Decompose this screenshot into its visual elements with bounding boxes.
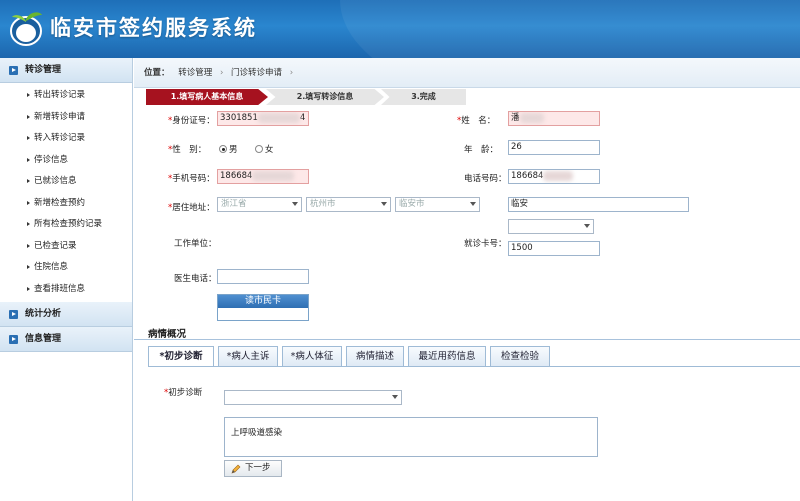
sidebar-item-outgoing-referrals[interactable]: 转出转诊记录 bbox=[0, 85, 132, 107]
card-number-label: 就诊卡号： bbox=[464, 239, 507, 249]
app-logo-icon bbox=[10, 12, 42, 46]
expand-arrow-icon bbox=[9, 66, 18, 75]
breadcrumb-separator: › bbox=[289, 68, 294, 78]
sidebar-item-new-exam-booking[interactable]: 新增检查预约 bbox=[0, 193, 132, 215]
read-card-label: 读市民卡 bbox=[218, 295, 308, 308]
city-select[interactable]: 杭州市 bbox=[306, 197, 391, 212]
chevron-down-icon bbox=[292, 202, 298, 206]
sidebar-item-hospitalization[interactable]: 住院信息 bbox=[0, 257, 132, 279]
gender-female-label: 女 bbox=[264, 145, 274, 155]
breadcrumb-separator: › bbox=[219, 68, 224, 78]
sidebar-item-list: 转出转诊记录 新增转诊申请 转入转诊记录 停诊信息 已就诊信息 新增检查预约 所… bbox=[0, 83, 132, 302]
next-step-button[interactable]: 下一步 bbox=[224, 460, 282, 477]
chevron-down-icon bbox=[470, 202, 476, 206]
app-title: 临安市签约服务系统 bbox=[50, 16, 257, 40]
next-step-label: 下一步 bbox=[245, 463, 271, 473]
gender-radio-group: 男 女 bbox=[219, 143, 273, 155]
extra-select[interactable] bbox=[508, 219, 594, 234]
tabs-divider bbox=[148, 366, 800, 367]
phone-input[interactable]: 186684 bbox=[217, 169, 309, 184]
sidebar-group-label: 转诊管理 bbox=[25, 65, 62, 75]
gender-label: *性 别： bbox=[168, 145, 207, 155]
id-number-input[interactable]: 3301851 4 bbox=[217, 111, 309, 126]
age-label: 年 龄： bbox=[464, 145, 499, 155]
address-detail-input[interactable]: 临安 bbox=[508, 197, 689, 212]
diagnosis-select[interactable] bbox=[224, 390, 402, 405]
gender-female-radio[interactable] bbox=[254, 145, 263, 153]
step-basic-info: 1.填写病人基本信息 bbox=[146, 89, 268, 105]
tel-label: 电话号码： bbox=[464, 174, 507, 184]
breadcrumb-item[interactable]: 门诊转诊申请 bbox=[231, 68, 282, 78]
sidebar-group-statistics[interactable]: 统计分析 bbox=[0, 302, 132, 327]
card-number-input[interactable]: 1500 bbox=[508, 241, 600, 256]
address-label: *居住地址： bbox=[168, 203, 215, 213]
doctor-phone-label: 医生电话： bbox=[174, 274, 217, 284]
section-divider bbox=[134, 339, 800, 340]
doctor-phone-input[interactable] bbox=[217, 269, 309, 284]
sidebar-group-label: 统计分析 bbox=[25, 309, 62, 319]
expand-arrow-icon bbox=[9, 310, 18, 319]
read-card-button[interactable]: 读市民卡 bbox=[217, 294, 309, 321]
id-number-label: *身份证号： bbox=[168, 116, 215, 126]
diagnosis-label: *初步诊断 bbox=[164, 388, 203, 398]
chevron-down-icon bbox=[392, 395, 398, 399]
tab-lab-tests[interactable]: 检查检验 bbox=[490, 346, 550, 366]
condition-section-title: 病情概况 bbox=[148, 329, 187, 340]
tab-initial-diagnosis[interactable]: *初步诊断 bbox=[148, 346, 214, 367]
tab-condition-description[interactable]: 病情描述 bbox=[346, 346, 404, 366]
tab-recent-medication[interactable]: 最近用药信息 bbox=[408, 346, 486, 366]
sidebar-item-incoming-referrals[interactable]: 转入转诊记录 bbox=[0, 128, 132, 150]
diagnosis-textarea[interactable]: 上呼吸道感染 bbox=[224, 417, 598, 457]
chevron-down-icon bbox=[584, 224, 590, 228]
name-input[interactable]: 潘 bbox=[508, 111, 600, 126]
sidebar-item-new-referral[interactable]: 新增转诊申请 bbox=[0, 107, 132, 129]
breadcrumb-prefix: 位置： bbox=[144, 68, 170, 78]
sidebar-item-visited-info[interactable]: 已就诊信息 bbox=[0, 171, 132, 193]
step-complete: 3.完成 bbox=[381, 89, 466, 105]
step-referral-info: 2.填写转诊信息 bbox=[266, 89, 384, 105]
sidebar-group-label: 信息管理 bbox=[25, 334, 62, 344]
province-select[interactable]: 浙江省 bbox=[217, 197, 302, 212]
sidebar: 转诊管理 转出转诊记录 新增转诊申请 转入转诊记录 停诊信息 已就诊信息 新增检… bbox=[0, 58, 133, 501]
sidebar-group-info-management[interactable]: 信息管理 bbox=[0, 327, 132, 352]
name-label: *姓 名： bbox=[457, 116, 496, 126]
sidebar-item-suspended-info[interactable]: 停诊信息 bbox=[0, 150, 132, 172]
expand-arrow-icon bbox=[9, 335, 18, 344]
main-content: 位置： 转诊管理 › 门诊转诊申请 › 1.填写病人基本信息 2.填写转诊信息 … bbox=[134, 58, 800, 501]
age-input[interactable]: 26 bbox=[508, 140, 600, 155]
county-select[interactable]: 临安市 bbox=[395, 197, 480, 212]
chevron-down-icon bbox=[381, 202, 387, 206]
gender-male-radio[interactable] bbox=[219, 145, 227, 153]
sidebar-group-referral[interactable]: 转诊管理 bbox=[0, 58, 132, 83]
sidebar-item-exam-records[interactable]: 已检查记录 bbox=[0, 236, 132, 258]
app-header: 临安市签约服务系统 bbox=[0, 0, 800, 58]
phone-label: *手机号码： bbox=[168, 174, 215, 184]
sidebar-item-all-exam-bookings[interactable]: 所有检查预约记录 bbox=[0, 214, 132, 236]
tab-chief-complaint[interactable]: *病人主诉 bbox=[218, 346, 278, 366]
tel-input[interactable]: 186684 bbox=[508, 169, 600, 184]
sidebar-item-schedule[interactable]: 查看排班信息 bbox=[0, 279, 132, 301]
gender-male-label: 男 bbox=[229, 145, 238, 155]
breadcrumb: 位置： 转诊管理 › 门诊转诊申请 › bbox=[134, 58, 800, 88]
pencil-icon bbox=[231, 464, 241, 474]
work-unit-label: 工作单位： bbox=[174, 239, 217, 249]
breadcrumb-item[interactable]: 转诊管理 bbox=[178, 68, 212, 78]
tab-vital-signs[interactable]: *病人体征 bbox=[282, 346, 342, 366]
